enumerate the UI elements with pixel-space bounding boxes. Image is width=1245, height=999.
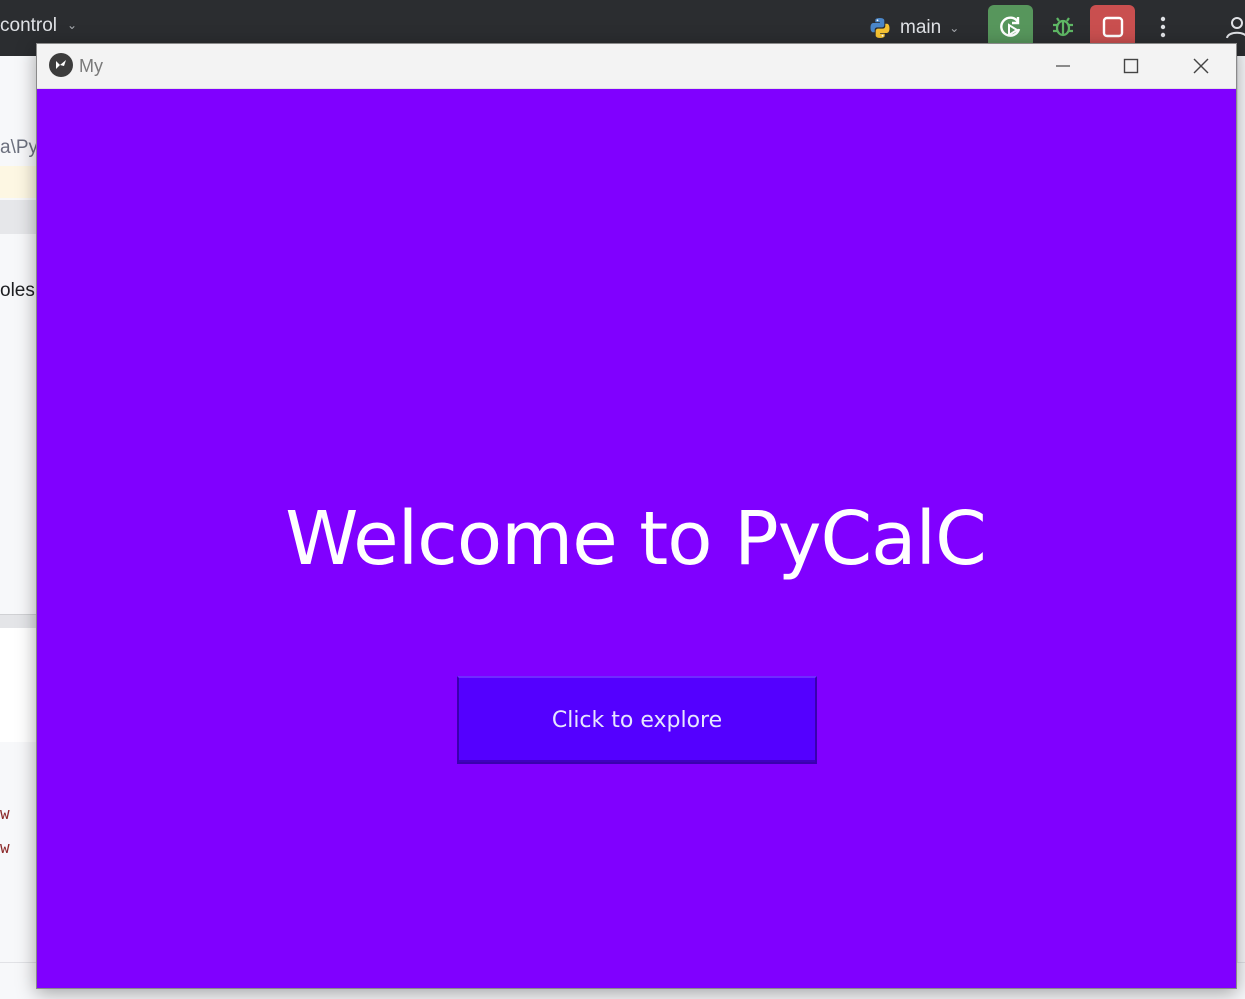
ide-project-panel: a\Py oles w w [0, 56, 36, 999]
panel-divider[interactable] [0, 614, 36, 628]
version-control-label: control [0, 15, 58, 36]
stop-button[interactable] [1090, 5, 1135, 48]
selected-row-strip [0, 200, 36, 234]
app-content: Welcome to PyCalC Click to explore [37, 89, 1236, 988]
explore-button[interactable]: Click to explore [457, 676, 817, 764]
window-title: My [79, 56, 103, 76]
version-control-menu[interactable]: control ⌄ [0, 15, 77, 37]
user-account-button[interactable] [1222, 5, 1245, 48]
project-path-fragment: a\Py [0, 137, 36, 158]
maximize-icon [1123, 58, 1139, 74]
maximize-button[interactable] [1097, 44, 1165, 88]
python-icon [870, 18, 890, 38]
minimize-icon [1056, 65, 1070, 67]
more-actions-button[interactable] [1148, 5, 1178, 48]
rerun-button[interactable] [988, 5, 1033, 48]
minimize-button[interactable] [1029, 44, 1097, 88]
panel-text-fragment: oles [0, 280, 35, 301]
rerun-icon [999, 15, 1020, 37]
close-icon [1193, 58, 1209, 74]
chevron-down-icon: ⌄ [949, 21, 960, 35]
code-fragment: w [0, 804, 10, 823]
chevron-down-icon: ⌄ [67, 18, 78, 32]
debug-button[interactable] [1040, 5, 1085, 48]
console-area [0, 628, 36, 742]
kivy-app-icon [49, 53, 73, 77]
welcome-heading: Welcome to PyCalC [285, 496, 987, 582]
run-config-label: main [900, 17, 942, 38]
window-titlebar[interactable]: My [37, 44, 1236, 89]
notification-strip [0, 166, 36, 198]
bug-icon [1052, 16, 1073, 36]
stop-icon [1102, 16, 1123, 37]
ide-right-gutter [1237, 56, 1245, 999]
user-icon [1226, 16, 1245, 38]
code-fragment: w [0, 838, 10, 857]
app-window: My Welcome to PyCalC Click to explore [36, 43, 1237, 989]
close-button[interactable] [1167, 44, 1235, 88]
run-configuration-selector[interactable]: main ⌄ [868, 12, 959, 44]
more-vertical-icon [1160, 16, 1166, 37]
